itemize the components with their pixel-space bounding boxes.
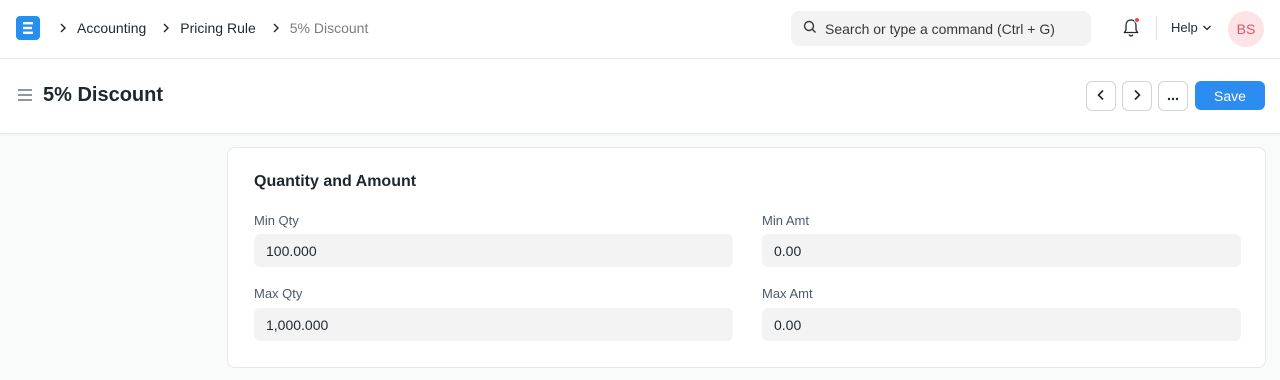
navbar-divider: [1156, 16, 1157, 40]
breadcrumb-accounting[interactable]: Accounting: [77, 20, 146, 36]
help-label: Help: [1171, 20, 1198, 35]
save-button[interactable]: Save: [1195, 81, 1265, 110]
breadcrumb-current[interactable]: 5% Discount: [290, 20, 369, 36]
min-qty-label: Min Qty: [254, 213, 299, 228]
min-amt-input[interactable]: 0.00: [762, 234, 1241, 267]
breadcrumb-pricing-rule[interactable]: Pricing Rule: [180, 20, 255, 36]
search-input[interactable]: Search or type a command (Ctrl + G): [825, 21, 1055, 37]
ellipsis-icon: [1167, 89, 1179, 104]
chevron-right-icon: [1132, 89, 1142, 104]
page-head: 5% Discount Save: [0, 59, 1280, 134]
min-qty-input[interactable]: 100.000: [254, 234, 733, 267]
avatar[interactable]: BS: [1228, 11, 1264, 47]
max-amt-label: Max Amt: [762, 286, 813, 301]
more-actions-button[interactable]: [1158, 81, 1188, 111]
section-title: Quantity and Amount: [254, 173, 417, 190]
previous-record-button[interactable]: [1086, 81, 1116, 111]
next-record-button[interactable]: [1122, 81, 1152, 111]
chevron-right-icon: [55, 23, 71, 33]
page-title: 5% Discount: [43, 84, 164, 106]
chevron-right-icon: [268, 23, 284, 33]
min-amt-label: Min Amt: [762, 213, 809, 228]
max-amt-input[interactable]: 0.00: [762, 308, 1241, 341]
chevron-down-icon: [1198, 20, 1212, 35]
quantity-amount-card: Quantity and Amount Min Qty 100.000 Min …: [227, 147, 1266, 368]
top-navbar: Accounting Pricing Rule 5% Discount Sear…: [0, 0, 1280, 59]
notification-badge: [1134, 17, 1140, 23]
max-qty-label: Max Qty: [254, 286, 303, 301]
breadcrumb: Accounting Pricing Rule 5% Discount: [55, 0, 380, 56]
search-icon: [803, 20, 817, 37]
chevron-left-icon: [1096, 89, 1106, 104]
chevron-right-icon: [158, 23, 174, 33]
app-logo-icon[interactable]: [16, 16, 40, 40]
hamburger-icon[interactable]: [17, 88, 33, 102]
help-dropdown[interactable]: Help: [1171, 20, 1212, 35]
max-qty-input[interactable]: 1,000.000: [254, 308, 733, 341]
search-bar[interactable]: Search or type a command (Ctrl + G): [791, 11, 1091, 46]
